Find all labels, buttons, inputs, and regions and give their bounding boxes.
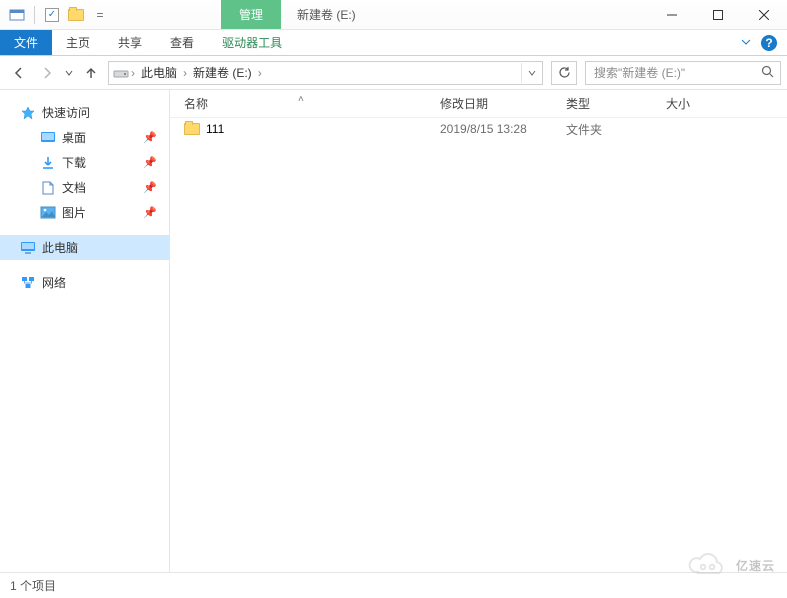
star-icon (20, 105, 36, 121)
window-title: 新建卷 (E:) (281, 0, 372, 29)
search-input[interactable] (592, 65, 774, 81)
item-date: 2019/8/15 13:28 (426, 122, 552, 136)
nav-downloads[interactable]: 下载 📌 (0, 150, 169, 175)
search-icon[interactable] (761, 65, 774, 81)
nav-pictures[interactable]: 图片 📌 (0, 200, 169, 225)
quick-access-toolbar: ✓ = (0, 4, 111, 26)
file-list[interactable]: 111 2019/8/15 13:28 文件夹 (170, 118, 787, 572)
column-headers: 名称 ˄ 修改日期 类型 大小 (170, 90, 787, 118)
contextual-tab-label: 管理 (221, 0, 281, 29)
titlebar: ✓ = 管理 新建卷 (E:) (0, 0, 787, 30)
pin-icon: 📌 (143, 131, 157, 144)
chevron-right-icon[interactable]: › (129, 66, 137, 80)
back-button[interactable] (6, 60, 32, 86)
nav-desktop[interactable]: 桌面 📌 (0, 125, 169, 150)
tab-file[interactable]: 文件 (0, 30, 52, 55)
chevron-right-icon[interactable]: › (256, 66, 264, 80)
item-type: 文件夹 (552, 121, 652, 138)
item-name: 111 (206, 122, 224, 136)
breadcrumb[interactable]: › 此电脑 › 新建卷 (E:) › (108, 61, 543, 85)
separator (34, 6, 35, 24)
close-button[interactable] (741, 0, 787, 30)
pin-icon: 📌 (143, 206, 157, 219)
drive-icon (113, 65, 129, 81)
nav-label: 文档 (62, 179, 86, 196)
cloud-icon (686, 552, 730, 578)
properties-checkbox-icon[interactable]: ✓ (41, 4, 63, 26)
forward-button[interactable] (34, 60, 60, 86)
address-bar-row: › 此电脑 › 新建卷 (E:) › (0, 56, 787, 90)
list-item[interactable]: 111 2019/8/15 13:28 文件夹 (170, 118, 787, 140)
ribbon-tabs: 文件 主页 共享 查看 驱动器工具 ? (0, 30, 787, 56)
nav-network[interactable]: 网络 (0, 270, 169, 295)
tab-view[interactable]: 查看 (156, 30, 208, 55)
qat-dropdown-icon[interactable]: = (89, 4, 111, 26)
status-count: 1 个项目 (10, 577, 56, 594)
ribbon-expand-icon[interactable] (741, 36, 751, 50)
nav-label: 快速访问 (42, 104, 90, 121)
help-icon[interactable]: ? (761, 35, 777, 51)
pin-icon: 📌 (143, 181, 157, 194)
col-name[interactable]: 名称 ˄ (170, 95, 426, 112)
pictures-icon (40, 205, 56, 221)
nav-quick-access[interactable]: 快速访问 (0, 100, 169, 125)
folder-icon (184, 121, 200, 137)
sort-indicator-icon: ˄ (298, 94, 304, 105)
watermark-text: 亿速云 (736, 557, 775, 574)
app-icon (6, 4, 28, 26)
col-name-label: 名称 (184, 97, 208, 111)
nav-label: 图片 (62, 204, 86, 221)
navigation-pane: 快速访问 桌面 📌 下载 📌 (0, 90, 170, 572)
explorer-body: 快速访问 桌面 📌 下载 📌 (0, 90, 787, 572)
qat-folder-icon[interactable] (65, 4, 87, 26)
nav-label: 桌面 (62, 129, 86, 146)
status-bar: 1 个项目 (0, 572, 787, 598)
explorer-window: ✓ = 管理 新建卷 (E:) 文件 主页 共享 查看 驱动器工具 (0, 0, 787, 598)
search-box[interactable] (585, 61, 781, 85)
network-icon (20, 275, 36, 291)
documents-icon (40, 180, 56, 196)
col-date[interactable]: 修改日期 (426, 95, 552, 112)
tab-home[interactable]: 主页 (52, 30, 104, 55)
content-pane: 名称 ˄ 修改日期 类型 大小 111 2019/8/15 13:28 文件夹 (170, 90, 787, 572)
nav-label: 网络 (42, 274, 66, 291)
recent-locations-dropdown[interactable] (62, 69, 76, 77)
desktop-icon (40, 130, 56, 146)
tab-share[interactable]: 共享 (104, 30, 156, 55)
breadcrumb-current[interactable]: 新建卷 (E:) (189, 64, 256, 81)
refresh-button[interactable] (551, 61, 577, 85)
tab-drive-tools[interactable]: 驱动器工具 (208, 30, 296, 55)
downloads-icon (40, 155, 56, 171)
watermark: 亿速云 (686, 552, 775, 578)
chevron-right-icon[interactable]: › (181, 66, 189, 80)
address-dropdown-icon[interactable] (521, 63, 541, 83)
maximize-button[interactable] (695, 0, 741, 30)
nav-documents[interactable]: 文档 📌 (0, 175, 169, 200)
nav-this-pc[interactable]: 此电脑 (0, 235, 169, 260)
window-controls (649, 0, 787, 30)
minimize-button[interactable] (649, 0, 695, 30)
breadcrumb-root[interactable]: 此电脑 (137, 64, 181, 81)
col-size[interactable]: 大小 (652, 95, 787, 112)
up-button[interactable] (78, 60, 104, 86)
this-pc-icon (20, 240, 36, 256)
nav-label: 下载 (62, 154, 86, 171)
pin-icon: 📌 (143, 156, 157, 169)
col-type[interactable]: 类型 (552, 95, 652, 112)
nav-label: 此电脑 (42, 239, 78, 256)
